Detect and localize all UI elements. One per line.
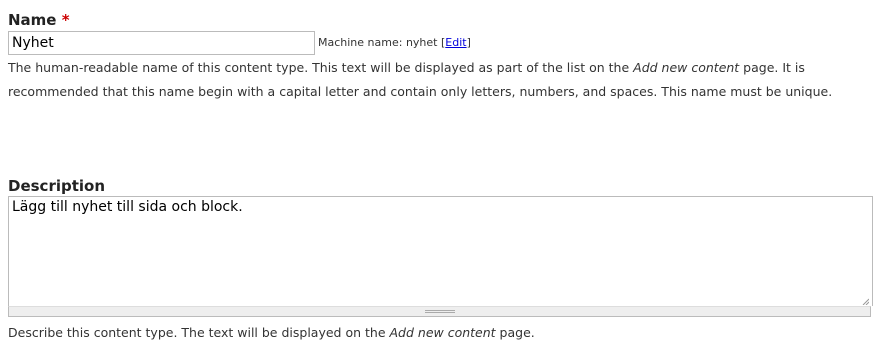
description-textarea[interactable]: Lägg till nyhet till sida och block. <box>8 196 873 306</box>
machine-name: Machine name: nyhet [Edit] <box>318 36 471 49</box>
name-help-part1: The human-readable name of this content … <box>8 60 634 75</box>
textarea-resize-handle[interactable] <box>8 306 871 317</box>
edit-machine-name-link[interactable]: Edit <box>445 36 466 49</box>
name-form-item: Name * Machine name: nyhet [Edit] The hu… <box>8 10 873 104</box>
description-help-part2: page. <box>495 325 535 340</box>
machine-name-text: Machine name: nyhet <box>318 36 438 49</box>
name-input-row: Machine name: nyhet [Edit] <box>8 30 873 56</box>
description-help-emphasis: Add new content <box>389 325 496 340</box>
name-label: Name * <box>8 10 873 30</box>
name-help-text: The human-readable name of this content … <box>8 56 873 104</box>
description-help-text: Describe this content type. The text wil… <box>8 323 873 343</box>
description-form-item: Description Lägg till nyhet till sida oc… <box>8 176 873 343</box>
resize-grip-icon[interactable] <box>862 298 869 305</box>
required-marker: * <box>61 11 70 29</box>
machine-name-bracket-close: ] <box>466 36 471 49</box>
name-help-emphasis: Add new content <box>633 60 740 75</box>
name-input[interactable] <box>8 31 315 55</box>
description-help-part1: Describe this content type. The text wil… <box>8 325 390 340</box>
description-textarea-wrapper: Lägg till nyhet till sida och block. <box>8 196 873 317</box>
name-label-text: Name <box>8 11 57 29</box>
grippie-lines-icon <box>424 310 455 313</box>
description-label: Description <box>8 177 106 195</box>
